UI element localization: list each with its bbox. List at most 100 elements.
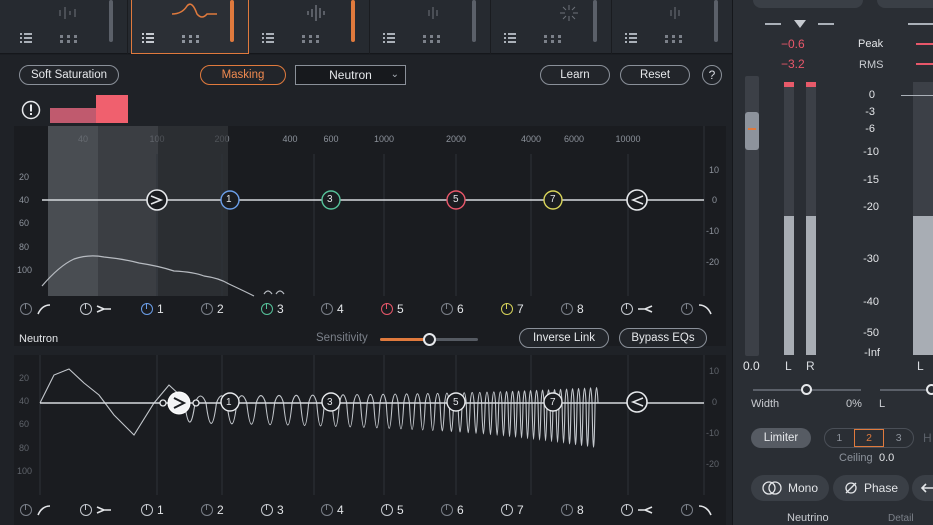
module-fader[interactable] — [472, 0, 476, 42]
module-fader[interactable] — [109, 0, 113, 42]
low-shelf-icon[interactable] — [96, 303, 112, 315]
top-tab[interactable] — [877, 0, 933, 8]
inverse-link-button[interactable]: Inverse Link — [519, 328, 609, 348]
triangle-down-icon[interactable] — [793, 19, 807, 29]
power-icon[interactable] — [201, 303, 213, 315]
power-icon[interactable] — [441, 504, 453, 516]
grid-icon[interactable] — [423, 35, 441, 43]
footer-left-label[interactable]: Neutrino — [787, 512, 829, 524]
ceiling-mode-2[interactable]: 2 — [853, 429, 885, 447]
band-4[interactable]: 4 — [321, 299, 344, 319]
power-icon[interactable] — [441, 303, 453, 315]
power-icon[interactable] — [80, 504, 92, 516]
high-cut-icon[interactable] — [697, 303, 713, 315]
band-5[interactable]: 5 — [381, 500, 404, 520]
band-lowcut[interactable] — [20, 500, 52, 520]
power-icon[interactable] — [381, 504, 393, 516]
eq-node-label[interactable]: 3 — [327, 194, 333, 205]
band-lowshelf[interactable] — [80, 500, 112, 520]
power-icon[interactable] — [321, 504, 333, 516]
band-7[interactable]: 7 — [501, 500, 524, 520]
power-icon[interactable] — [80, 303, 92, 315]
bottom-eq-graph[interactable] — [14, 355, 726, 495]
power-icon[interactable] — [381, 303, 393, 315]
band-8[interactable]: 8 — [561, 500, 584, 520]
module-slot-3[interactable] — [252, 0, 370, 54]
ceiling-mode-1[interactable]: 1 — [825, 429, 854, 447]
power-icon[interactable] — [621, 303, 633, 315]
grid-icon[interactable] — [302, 35, 320, 43]
band-7[interactable]: 7 — [501, 299, 524, 319]
width-handle[interactable] — [801, 384, 812, 395]
fader-handle[interactable] — [745, 112, 759, 150]
width-slider[interactable] — [753, 384, 861, 395]
high-cut-icon[interactable] — [697, 504, 713, 516]
eq-node-label[interactable]: 7 — [550, 194, 556, 205]
module-slot-1[interactable] — [10, 0, 128, 54]
power-icon[interactable] — [261, 504, 273, 516]
limiter-button[interactable]: Limiter — [751, 428, 811, 448]
top-tab[interactable] — [753, 0, 863, 8]
band-3[interactable]: 3 — [261, 500, 284, 520]
grid-icon[interactable] — [665, 35, 683, 43]
power-icon[interactable] — [20, 303, 32, 315]
band-3[interactable]: 3 — [261, 299, 284, 319]
module-fader[interactable] — [230, 0, 234, 42]
band-5[interactable]: 5 — [381, 299, 404, 319]
power-icon[interactable] — [681, 504, 693, 516]
band-2[interactable]: 2 — [201, 299, 224, 319]
ceiling-mode-3[interactable]: 3 — [884, 429, 913, 447]
list-icon[interactable] — [142, 33, 154, 43]
grid-icon[interactable] — [544, 35, 562, 43]
module-fader[interactable] — [714, 0, 718, 42]
reset-button[interactable]: Reset — [620, 65, 690, 85]
eq-node-label[interactable]: 1 — [226, 194, 232, 205]
grid-icon[interactable] — [60, 35, 78, 43]
sensitivity-handle[interactable] — [423, 333, 436, 346]
module-slot-5[interactable] — [494, 0, 612, 54]
low-cut-icon[interactable] — [36, 303, 52, 315]
grid-icon[interactable] — [182, 35, 200, 43]
power-icon[interactable] — [621, 504, 633, 516]
band-highshelf[interactable] — [621, 500, 653, 520]
band-1[interactable]: 1 — [141, 500, 164, 520]
module-slot-2[interactable] — [131, 0, 249, 54]
list-icon[interactable] — [383, 33, 395, 43]
band-2[interactable]: 2 — [201, 500, 224, 520]
list-icon[interactable] — [504, 33, 516, 43]
learn-button[interactable]: Learn — [540, 65, 610, 85]
module-fader[interactable] — [351, 0, 355, 42]
low-cut-icon[interactable] — [36, 504, 52, 516]
band-8[interactable]: 8 — [561, 299, 584, 319]
band-lowcut[interactable] — [20, 299, 52, 319]
eq-node-label[interactable]: 7 — [550, 397, 556, 408]
ceiling-mode-selector[interactable]: 1 2 3 — [824, 428, 914, 448]
help-button[interactable]: ? — [702, 65, 722, 85]
module-slot-6[interactable] — [615, 0, 733, 54]
high-shelf-icon[interactable] — [637, 504, 653, 516]
power-icon[interactable] — [141, 504, 153, 516]
power-icon[interactable] — [501, 303, 513, 315]
warning-icon[interactable] — [21, 100, 41, 120]
power-icon[interactable] — [20, 504, 32, 516]
power-icon[interactable] — [201, 504, 213, 516]
band-highcut[interactable] — [681, 299, 713, 319]
band-6[interactable]: 6 — [441, 500, 464, 520]
band-lowshelf[interactable] — [80, 299, 112, 319]
power-icon[interactable] — [321, 303, 333, 315]
power-icon[interactable] — [561, 303, 573, 315]
eq-node-label[interactable]: 5 — [453, 194, 459, 205]
eq-node-label[interactable]: 3 — [327, 397, 333, 408]
low-shelf-icon[interactable] — [96, 504, 112, 516]
power-icon[interactable] — [141, 303, 153, 315]
eq-node-label[interactable]: 5 — [453, 397, 459, 408]
preset-dropdown[interactable]: Neutron ⌄ — [295, 65, 406, 85]
high-shelf-icon[interactable] — [637, 303, 653, 315]
band-6[interactable]: 6 — [441, 299, 464, 319]
list-icon[interactable] — [262, 33, 274, 43]
module-fader[interactable] — [593, 0, 597, 42]
pan-slider[interactable] — [880, 384, 933, 395]
band-1[interactable]: 1 — [141, 299, 164, 319]
masking-button[interactable]: Masking — [200, 65, 286, 85]
module-slot-4[interactable] — [373, 0, 491, 54]
